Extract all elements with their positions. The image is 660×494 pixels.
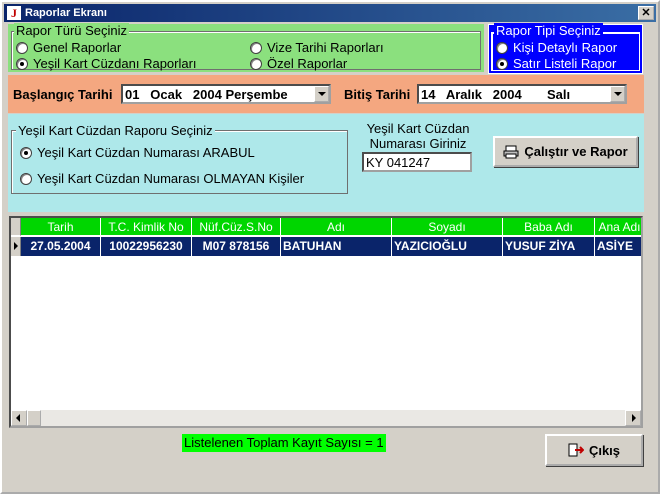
printer-icon [503,145,519,158]
exit-button[interactable]: Çıkış [545,434,643,466]
radio-no-card-persons[interactable]: Yeşil Kart Cüzdan Numarası OLMAYAN Kişil… [20,171,304,186]
table-cell[interactable]: M07 878156 [192,237,281,256]
end-date-picker[interactable]: 14 Aralık 2004 Salı [417,84,627,104]
start-date-picker[interactable]: 01 Ocak 2004 Perşembe [121,84,331,104]
radio-label: Özel Raporlar [267,56,348,71]
report-kind-title: Rapor Tipi Seçiniz [494,23,603,38]
app-icon: J [7,6,21,20]
grid-header: Tarih T.C. Kimlik No Nüf.Cüz.S.No Adı So… [11,218,641,236]
radio-general-reports[interactable]: Genel Raporlar [16,40,121,55]
radio-dot [496,41,508,54]
radio-dot [20,172,32,185]
radio-label: Yeşil Kart Cüzdan Numarası ARABUL [37,145,255,160]
date-panel: Başlangıç Tarihi 01 Ocak 2004 Perşembe B… [8,75,644,113]
radio-label: Yeşil Kart Cüzdan Numarası OLMAYAN Kişil… [37,171,305,186]
record-count-status: Listelenen Toplam Kayıt Sayısı = 1 [182,434,386,452]
radio-label: Vize Tarihi Raporları [267,40,384,55]
card-number-label-line1: Yeşil Kart Cüzdan [366,121,470,136]
title-bar[interactable]: J Raporlar Ekranı ✕ [4,4,656,22]
table-cell[interactable]: BATUHAN [281,237,392,256]
row-pointer-icon [11,237,21,256]
column-header[interactable]: Soyadı [392,218,503,236]
exit-label: Çıkış [588,442,621,458]
end-date-label: Bitiş Tarihi [344,87,411,102]
report-type-title: Rapor Türü Seçiniz [14,23,130,38]
scroll-left-icon[interactable] [11,410,27,426]
radio-dot [16,41,28,54]
start-date-value: 01 Ocak 2004 Perşembe [125,86,288,102]
radio-row-list-report[interactable]: Satır Listeli Rapor [496,56,616,71]
card-number-label: Yeşil Kart Cüzdan Numarası Giriniz [354,121,482,151]
column-header[interactable]: Baba Adı [503,218,595,236]
column-header[interactable]: Nüf.Cüz.S.No [192,218,281,236]
exit-door-icon [568,443,584,457]
report-window: J Raporlar Ekranı ✕ Rapor Türü Seçiniz G… [0,0,660,494]
report-kind-panel: Rapor Tipi Seçiniz Kişi Detaylı Rapor Sa… [488,23,643,74]
close-button[interactable]: ✕ [638,6,654,20]
table-cell[interactable]: YAZICIOĞLU [392,237,503,256]
radio-person-detail-report[interactable]: Kişi Detaylı Rapor [496,40,617,55]
window-title: Raporlar Ekranı [25,7,107,19]
radio-dot [250,57,262,70]
radio-label: Yeşil Kart Cüzdanı Raporları [33,56,197,71]
column-header[interactable]: T.C. Kimlik No [101,218,192,236]
radio-special-reports[interactable]: Özel Raporlar [250,56,347,71]
start-date-label: Başlangıç Tarihi [13,87,113,102]
end-date-value: 14 Aralık 2004 Salı [421,86,571,102]
radio-green-card-reports[interactable]: Yeşil Kart Cüzdanı Raporları [16,56,197,71]
run-and-report-label: Çalıştır ve Rapor [524,144,628,159]
run-and-report-button[interactable]: Çalıştır ve Rapor [493,136,638,167]
radio-dot [16,57,28,70]
results-grid[interactable]: Tarih T.C. Kimlik No Nüf.Cüz.S.No Adı So… [9,216,643,428]
table-cell[interactable]: 27.05.2004 [21,237,101,256]
table-cell[interactable]: ASİYE [595,237,641,256]
column-header[interactable]: Adı [281,218,392,236]
card-number-label-line2: Numarası Giriniz [369,136,467,151]
table-cell[interactable]: 10022956230 [101,237,192,256]
radio-label: Kişi Detaylı Rapor [513,40,618,55]
card-number-value: KY 041247 [366,154,431,170]
table-row[interactable]: 27.05.2004 10022956230 M07 878156 BATUHA… [11,237,641,256]
radio-visa-date-reports[interactable]: Vize Tarihi Raporları [250,40,384,55]
radio-label: Satır Listeli Rapor [513,56,617,71]
radio-label: Genel Raporlar [33,40,122,55]
scroll-right-icon[interactable] [625,410,641,426]
chevron-down-icon[interactable] [314,86,329,102]
card-number-input[interactable]: KY 041247 [362,152,472,172]
chevron-down-icon[interactable] [610,86,625,102]
radio-dot [496,57,508,70]
card-report-panel: Yeşil Kart Cüzdan Raporu Seçiniz Yeşil K… [8,114,644,212]
grid-header-indicator [11,218,21,236]
scroll-thumb[interactable] [27,410,41,426]
table-cell[interactable]: YUSUF ZİYA [503,237,595,256]
radio-dot [20,146,32,159]
radio-card-number-search[interactable]: Yeşil Kart Cüzdan Numarası ARABUL [20,145,255,160]
column-header[interactable]: Ana Adı [595,218,641,236]
report-type-panel: Rapor Türü Seçiniz Genel Raporlar Yeşil … [8,23,484,72]
column-header[interactable]: Tarih [21,218,101,236]
horizontal-scrollbar[interactable] [11,410,641,426]
radio-dot [250,41,262,54]
card-report-title: Yeşil Kart Cüzdan Raporu Seçiniz [16,123,215,138]
